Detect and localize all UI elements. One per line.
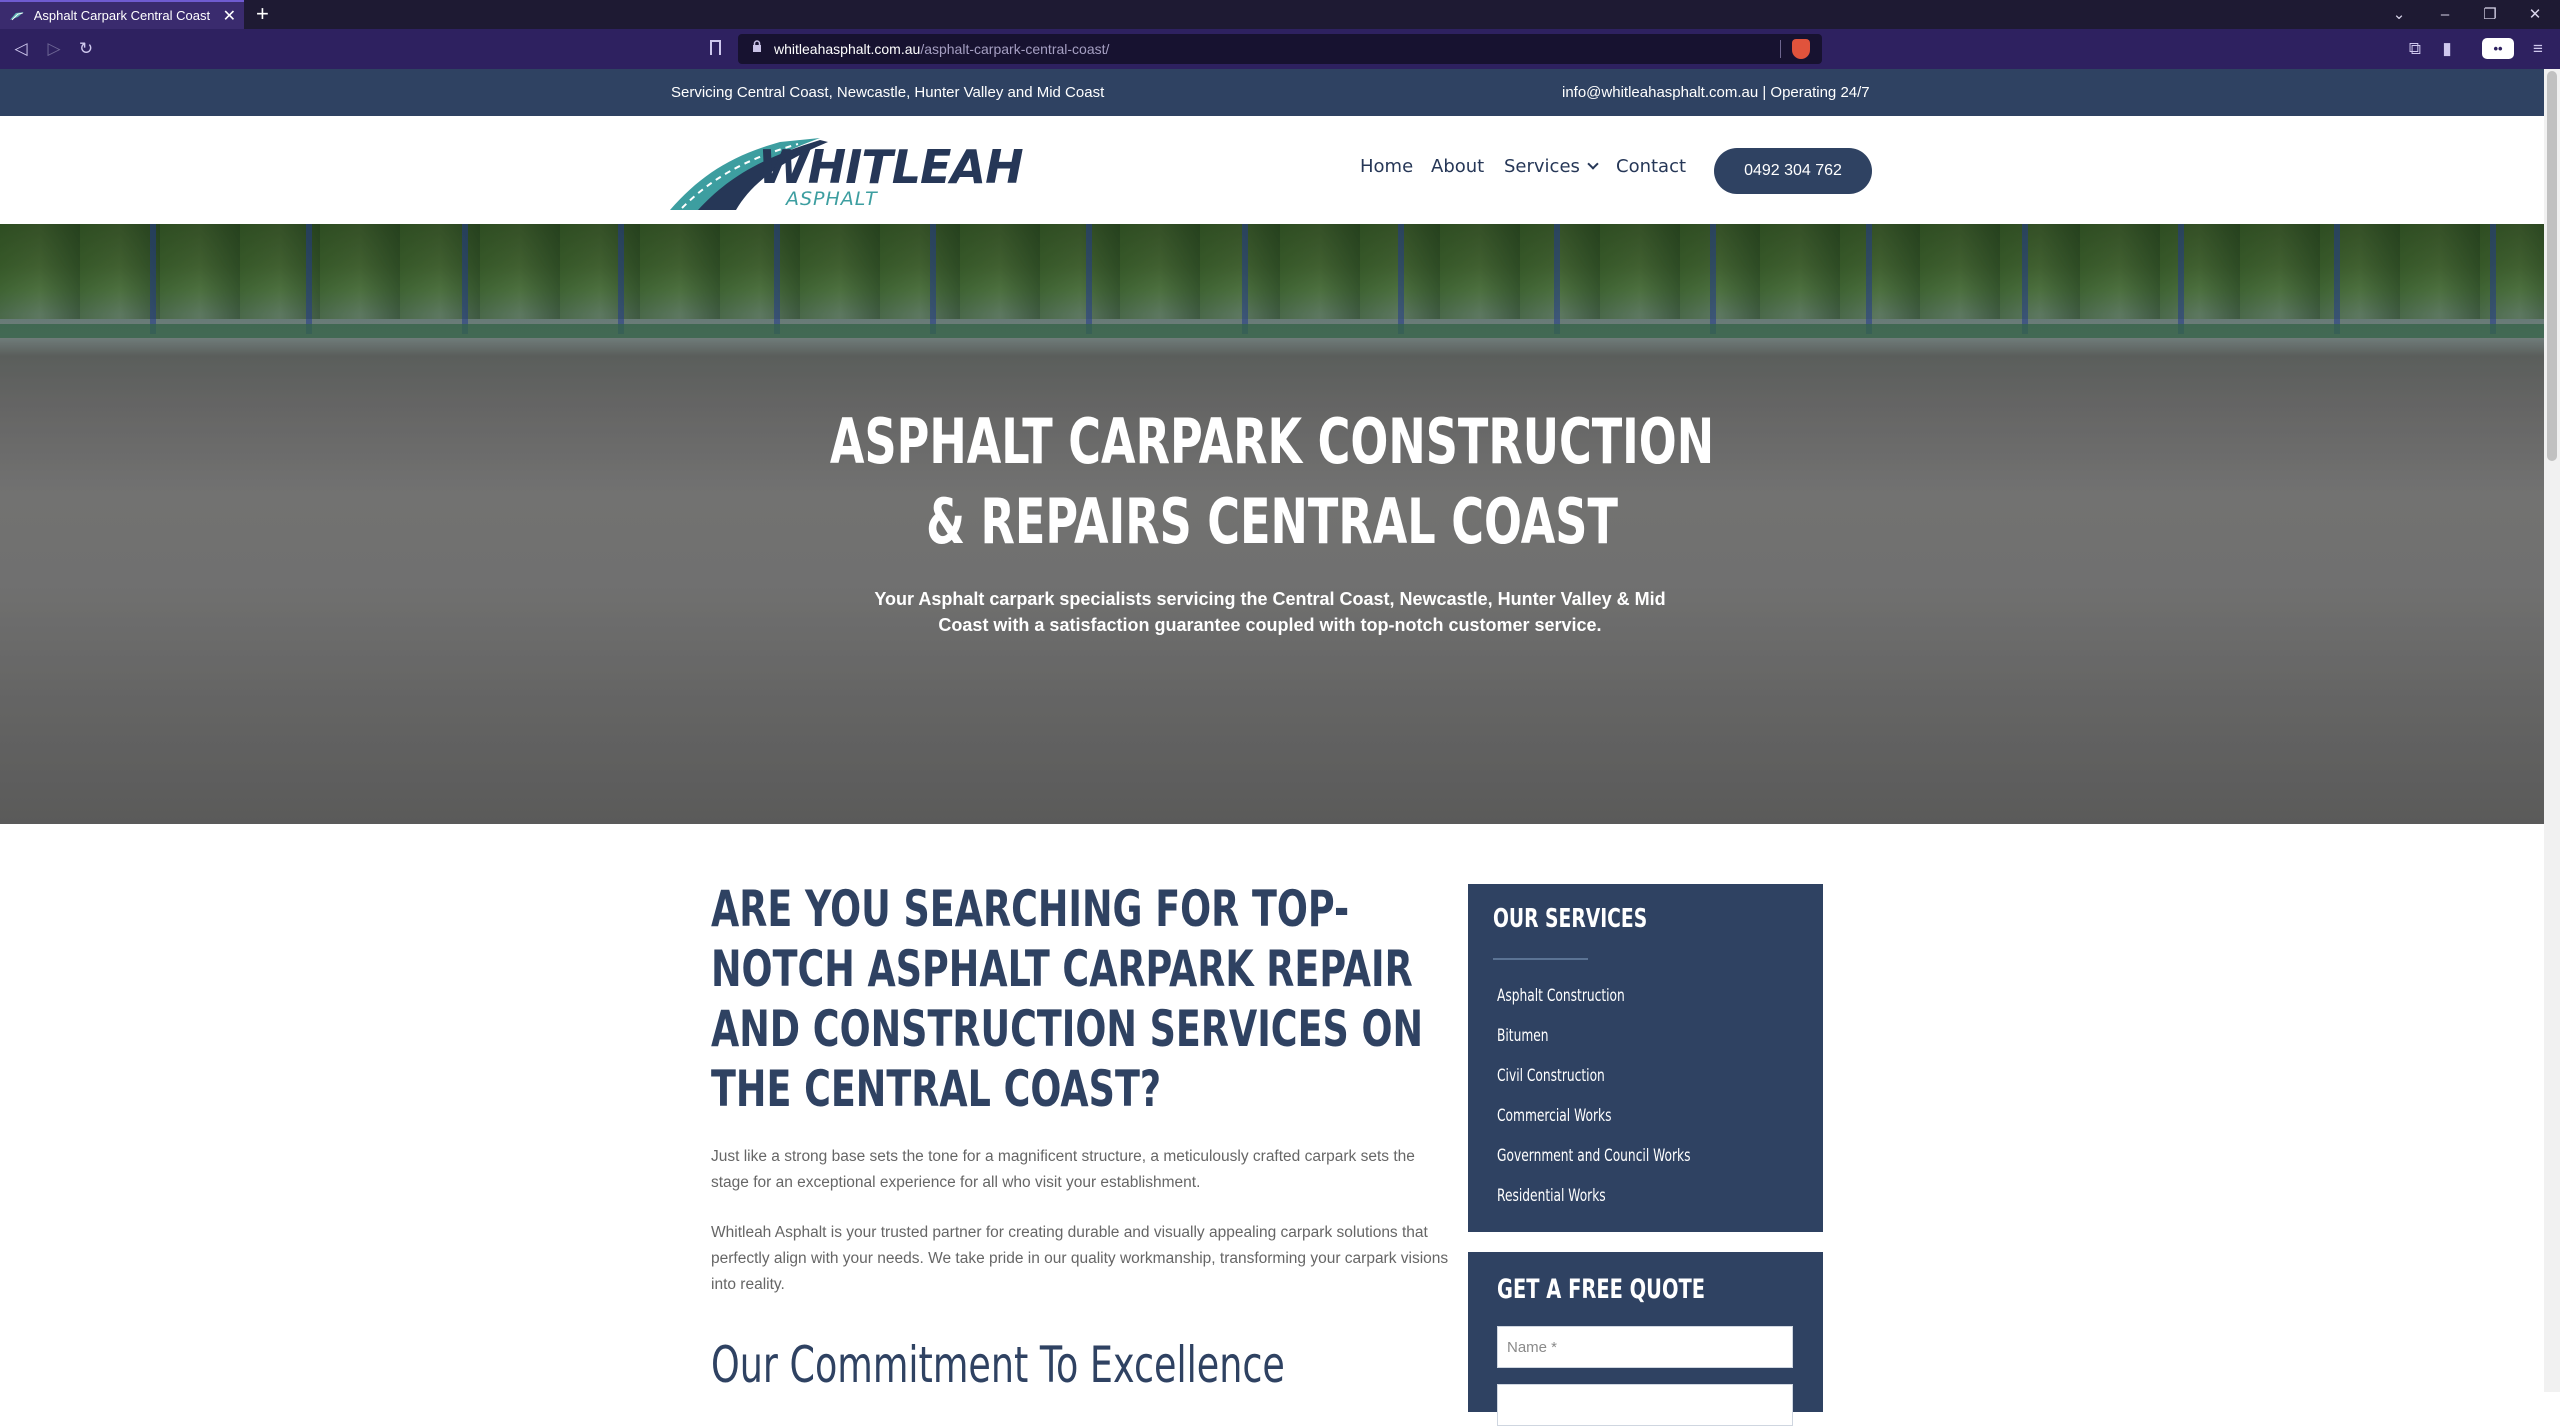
restore-icon[interactable]: ❐ [2475, 0, 2505, 29]
intro-paragraph-1: Just like a strong base sets the tone fo… [711, 1148, 1415, 1191]
free-quote-title: GET A FREE QUOTE [1497, 1274, 1706, 1305]
quote-name-field[interactable] [1497, 1326, 1793, 1368]
hero-subtitle: Your Asphalt carpark specialists servici… [874, 589, 1666, 635]
nav-about[interactable]: About [1431, 156, 1484, 177]
bookmark-icon[interactable] [710, 40, 721, 55]
nav-services[interactable]: Services [1504, 156, 1599, 177]
commitment-heading: Our Commitment To Excellence [711, 1336, 1285, 1394]
hero-title-line1: ASPHALT CARPARK CONSTRUCTION [829, 405, 1715, 478]
intro-paragraph-2: Whitleah Asphalt is your trusted partner… [711, 1224, 1449, 1293]
brave-shield-icon[interactable] [1792, 39, 1810, 59]
service-link-civil-construction[interactable]: Civil Construction [1497, 1066, 1690, 1106]
contact-info-text[interactable]: info@whitleahasphalt.com.au | Operating … [1562, 84, 1870, 101]
forward-icon[interactable]: ▷ [41, 36, 67, 62]
tab-title: Asphalt Carpark Central Coast - W [33, 8, 213, 23]
main-heading: ARE YOU SEARCHING FOR TOP-NOTCH ASPHALT … [711, 880, 1424, 1118]
service-link-asphalt-construction[interactable]: Asphalt Construction [1497, 986, 1690, 1026]
url-divider [1780, 40, 1781, 58]
service-link-commercial-works[interactable]: Commercial Works [1497, 1106, 1690, 1146]
logo-subtitle: ASPHALT [786, 188, 878, 210]
services-divider [1493, 958, 1588, 960]
service-area-text: Servicing Central Coast, Newcastle, Hunt… [671, 84, 1105, 101]
minimize-icon[interactable]: – [2430, 0, 2460, 29]
quote-next-field[interactable] [1497, 1384, 1793, 1426]
tab-list-icon[interactable]: ⌄ [2384, 0, 2414, 29]
wallet-icon[interactable]: •• [2482, 38, 2514, 59]
whitleah-logo[interactable]: WHITLEAH ASPHALT [670, 130, 1024, 214]
lock-icon [752, 40, 762, 56]
hero-title: ASPHALT CARPARK CONSTRUCTION & REPAIRS C… [767, 402, 1778, 562]
free-quote-panel: GET A FREE QUOTE [1468, 1252, 1823, 1426]
scrollbar-thumb[interactable] [2547, 71, 2557, 461]
service-link-government-council-works[interactable]: Government and Council Works [1497, 1146, 1690, 1186]
site-top-bar: Servicing Central Coast, Newcastle, Hunt… [0, 69, 2544, 116]
nav-contact[interactable]: Contact [1616, 156, 1686, 177]
close-window-icon[interactable]: ✕ [2520, 0, 2550, 29]
hero-banner: ASPHALT CARPARK CONSTRUCTION & REPAIRS C… [0, 224, 2544, 824]
url-text: whitleahasphalt.com.au/asphalt-carpark-c… [774, 41, 1109, 57]
phone-call-button[interactable]: 0492 304 762 [1714, 148, 1872, 194]
back-icon[interactable]: ◁ [8, 36, 34, 62]
main-content: ARE YOU SEARCHING FOR TOP-NOTCH ASPHALT … [0, 824, 2544, 1426]
browser-toolbar: ◁ ▷ ↻ whitleahasphalt.com.au/asphalt-car… [0, 29, 2560, 69]
new-tab-button[interactable]: + [256, 2, 269, 26]
hero-title-line2: & REPAIRS CENTRAL COAST [926, 485, 1618, 558]
services-list: Asphalt Construction Bitumen Civil Const… [1497, 986, 1766, 1226]
our-services-panel: OUR SERVICES Asphalt Construction Bitume… [1468, 884, 1823, 1232]
service-link-residential-works[interactable]: Residential Works [1497, 1186, 1690, 1226]
browser-tab-strip: Asphalt Carpark Central Coast - W ✕ + ⌄ … [0, 0, 2560, 29]
reload-icon[interactable]: ↻ [73, 36, 99, 62]
address-bar[interactable]: whitleahasphalt.com.au/asphalt-carpark-c… [738, 34, 1822, 64]
our-services-title: OUR SERVICES [1493, 904, 1648, 934]
logo-wordmark: WHITLEAH [758, 140, 1024, 194]
tab-close-icon[interactable]: ✕ [223, 6, 236, 26]
page-scrollbar[interactable] [2544, 69, 2560, 1392]
browser-tab-active[interactable]: Asphalt Carpark Central Coast - W ✕ [0, 0, 244, 29]
site-header: WHITLEAH ASPHALT Home About Services Con… [0, 116, 2544, 224]
nav-services-label: Services [1504, 156, 1580, 177]
site-favicon-icon [10, 11, 24, 20]
url-path: /asphalt-carpark-central-coast/ [920, 41, 1110, 57]
nav-home[interactable]: Home [1360, 156, 1413, 177]
url-host: whitleahasphalt.com.au [774, 41, 921, 57]
chevron-down-icon [1587, 158, 1599, 170]
extensions-icon[interactable]: ⧉ [2402, 37, 2428, 61]
service-link-bitumen[interactable]: Bitumen [1497, 1026, 1690, 1066]
sidebar-icon[interactable]: ▮ [2434, 37, 2460, 61]
menu-icon[interactable]: ≡ [2525, 37, 2551, 61]
